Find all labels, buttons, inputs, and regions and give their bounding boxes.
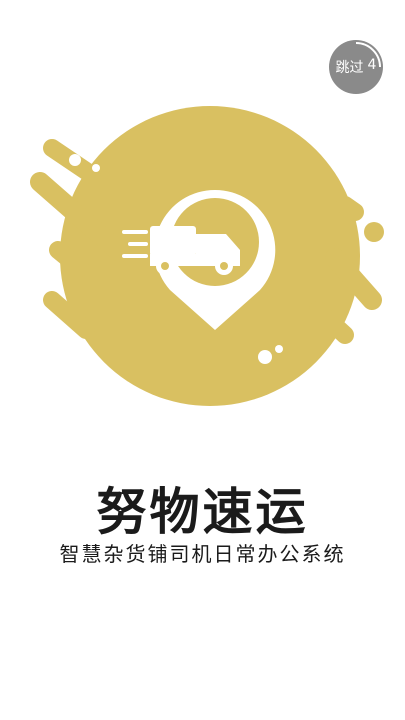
app-logo: [30, 106, 384, 406]
tagline: 智慧杂货铺司机日常办公系统: [59, 542, 346, 566]
app-name: 努物速运: [96, 483, 309, 541]
